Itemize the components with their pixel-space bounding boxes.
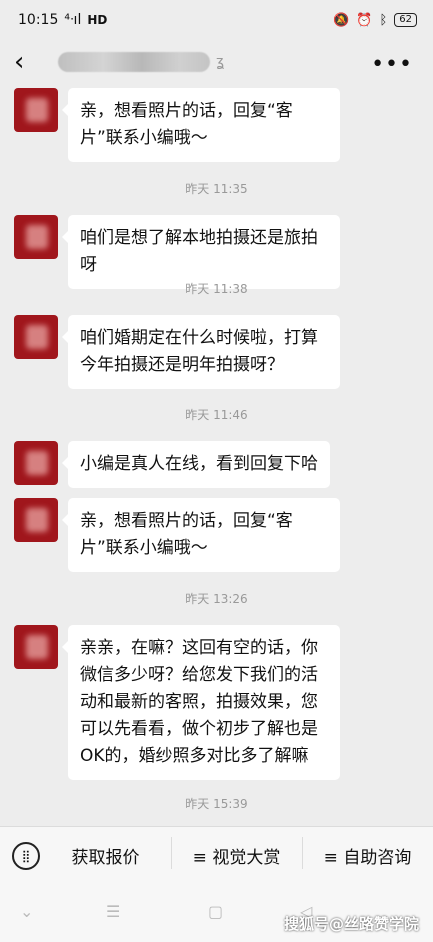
status-bar: 10:15 ⁴ᐧıl HD 🔕 ⏰ ᛒ 62 bbox=[0, 0, 433, 40]
message-item: 亲，想看照片的话，回复“客片”联系小编哦～ bbox=[14, 498, 340, 572]
message-item: 咱们婚期定在什么时候啦，打算今年拍摄还是明年拍摄呀？ bbox=[14, 315, 340, 389]
avatar[interactable] bbox=[14, 441, 58, 485]
avatar[interactable] bbox=[14, 215, 58, 259]
avatar[interactable] bbox=[14, 315, 58, 359]
watermark: 搜狐号@丝路赞学院 bbox=[283, 915, 419, 933]
bluetooth-icon: ᛒ bbox=[379, 12, 388, 28]
message-bubble[interactable]: 咱们婚期定在什么时候啦，打算今年拍摄还是明年拍摄呀？ bbox=[62, 315, 340, 389]
more-options-button[interactable]: ••• bbox=[371, 52, 413, 77]
avatar[interactable] bbox=[14, 88, 58, 132]
timestamp: 昨天 15:39 bbox=[185, 797, 248, 811]
keyboard-icon[interactable]: ⣿ bbox=[12, 841, 40, 870]
timestamp: 昨天 11:46 bbox=[185, 408, 248, 422]
avatar[interactable] bbox=[14, 498, 58, 542]
alarm-icon: ⏰ bbox=[356, 12, 373, 28]
menu-self-service[interactable]: ≡ 自助咨询 bbox=[302, 837, 433, 869]
menu-visual-gallery[interactable]: ≡ 视觉大赏 bbox=[171, 837, 302, 869]
chat-header: ‹ ʓ bbox=[0, 40, 433, 84]
message-bubble[interactable]: 咱们是想了解本地拍摄还是旅拍呀 bbox=[62, 215, 340, 289]
nav-down-icon[interactable]: ⌄ bbox=[20, 902, 33, 921]
message-item: 咱们是想了解本地拍摄还是旅拍呀 bbox=[14, 215, 340, 289]
status-time: 10:15 bbox=[18, 12, 59, 28]
timestamp: 昨天 13:26 bbox=[185, 592, 248, 606]
back-arrow-icon[interactable]: ‹ bbox=[14, 47, 40, 77]
message-item: 亲亲，在嘛？这回有空的话，你微信多少呀？给您发下我们的活动和最新的客照，拍摄效果… bbox=[14, 625, 340, 780]
mute-icon: 🔕 bbox=[333, 12, 350, 28]
message-bubble[interactable]: 亲，想看照片的话，回复“客片”联系小编哦～ bbox=[62, 88, 340, 162]
network-type: HD bbox=[87, 13, 108, 27]
menu-get-quote[interactable]: 获取报价 bbox=[40, 843, 171, 868]
nav-home-icon[interactable]: ▢ bbox=[208, 902, 223, 921]
blurred-contact-name bbox=[58, 52, 210, 72]
service-menu-bar: ⣿ 获取报价 ≡ 视觉大赏 ≡ 自助咨询 bbox=[0, 826, 433, 884]
timestamp: 昨天 11:38 bbox=[185, 282, 248, 296]
timestamp: 昨天 11:35 bbox=[185, 182, 248, 196]
message-item: 亲，想看照片的话，回复“客片”联系小编哦～ bbox=[14, 88, 340, 162]
avatar[interactable] bbox=[14, 625, 58, 669]
message-item: 小编是真人在线，看到回复下哈 bbox=[14, 441, 330, 488]
battery-icon: 62 bbox=[394, 13, 417, 27]
message-bubble[interactable]: 亲亲，在嘛？这回有空的话，你微信多少呀？给您发下我们的活动和最新的客照，拍摄效果… bbox=[62, 625, 340, 780]
message-bubble[interactable]: 小编是真人在线，看到回复下哈 bbox=[62, 441, 330, 488]
message-bubble[interactable]: 亲，想看照片的话，回复“客片”联系小编哦～ bbox=[62, 498, 340, 572]
nav-menu-icon[interactable]: ☰ bbox=[106, 902, 120, 921]
earpiece-icon: ʓ bbox=[216, 54, 225, 70]
signal-icon: ⁴ᐧıl bbox=[64, 12, 82, 28]
